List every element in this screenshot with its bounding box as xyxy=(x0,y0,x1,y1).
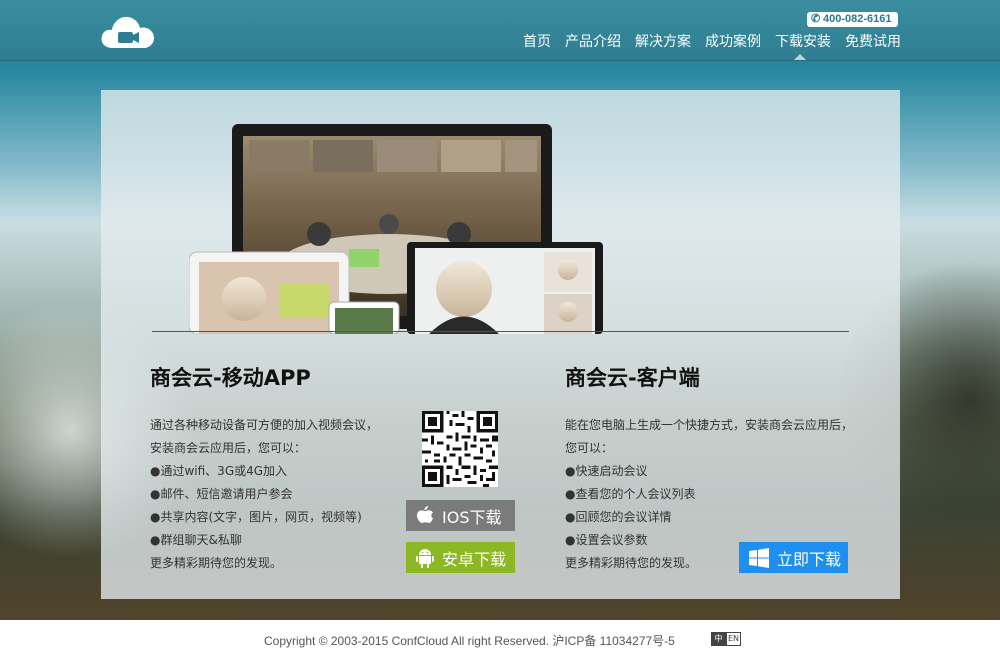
client-line: 您可以： xyxy=(565,441,614,455)
client-line: 能在您电脑上生成一个快捷方式，安装商会云应用后， xyxy=(565,418,854,432)
nav-solutions[interactable]: 解决方案 xyxy=(635,33,691,51)
phone-icon: ✆ xyxy=(811,13,821,25)
divider-line xyxy=(152,331,849,332)
mobile-feature: ●共享内容(文字，图片，网页，视频等) xyxy=(150,510,362,524)
footer: Copyright © 2003-2015 ConfCloud All righ… xyxy=(0,620,1000,660)
download-panel: 商会云-移动APP 通过各种移动设备可方便的加入视频会议， 安装商会云应用后，您… xyxy=(101,90,900,599)
nav-cases[interactable]: 成功案例 xyxy=(705,33,761,51)
nav-download[interactable]: 下载安装 xyxy=(775,33,831,51)
mobile-app-description: 通过各种移动设备可方便的加入视频会议， 安装商会云应用后，您可以： ●通过wif… xyxy=(150,414,410,575)
nav-products[interactable]: 产品介绍 xyxy=(565,33,621,51)
active-nav-indicator xyxy=(794,54,806,60)
mobile-app-title: 商会云-移动APP xyxy=(150,366,311,390)
copyright-text: Copyright © 2003-2015 ConfCloud All righ… xyxy=(264,634,675,648)
client-feature: ●查看您的个人会议列表 xyxy=(565,487,696,501)
nav-home[interactable]: 首页 xyxy=(523,33,551,51)
client-feature: ●快速启动会议 xyxy=(565,464,648,478)
devices-illustration xyxy=(189,124,603,334)
windows-download-button[interactable]: 立即下载 xyxy=(739,542,848,573)
main-nav: 首页 产品介绍 解决方案 成功案例 下载安装 免费试用 xyxy=(523,33,901,51)
phone-number: ✆ 400-082-6161 xyxy=(807,12,898,27)
ios-download-label: IOS下载 xyxy=(442,507,502,527)
mobile-feature: ●群组聊天&私聊 xyxy=(150,533,242,547)
ios-download-button[interactable]: IOS下载 xyxy=(406,500,515,531)
lang-en[interactable]: EN xyxy=(726,632,741,646)
language-switcher: 中 EN xyxy=(711,632,741,646)
cloud-camera-logo-icon[interactable] xyxy=(100,12,156,50)
apple-icon xyxy=(417,505,433,523)
windows-icon xyxy=(749,547,769,568)
mobile-line: 更多精彩期待您的发现。 xyxy=(150,556,283,570)
client-feature: ●回顾您的会议详情 xyxy=(565,510,672,524)
mobile-feature: ●通过wifi、3G或4G加入 xyxy=(150,464,288,478)
mobile-line: 通过各种移动设备可方便的加入视频会议， xyxy=(150,418,379,432)
android-icon xyxy=(416,548,434,568)
android-download-button[interactable]: 安卓下载 xyxy=(406,542,515,573)
client-title: 商会云-客户端 xyxy=(565,366,700,390)
phone-text: 400-082-6161 xyxy=(823,13,892,25)
windows-download-label: 立即下载 xyxy=(777,549,842,569)
lang-zh[interactable]: 中 xyxy=(711,632,726,646)
mobile-feature: ●邮件、短信邀请用户参会 xyxy=(150,487,293,501)
mobile-app-section: 商会云-移动APP 通过各种移动设备可方便的加入视频会议， 安装商会云应用后，您… xyxy=(150,360,410,575)
nav-free-trial[interactable]: 免费试用 xyxy=(845,33,901,51)
qr-code xyxy=(422,411,498,487)
header: ✆ 400-082-6161 首页 产品介绍 解决方案 成功案例 下载安装 免费试… xyxy=(0,0,1000,61)
android-download-label: 安卓下载 xyxy=(442,549,507,569)
mobile-line: 安装商会云应用后，您可以： xyxy=(150,441,307,455)
